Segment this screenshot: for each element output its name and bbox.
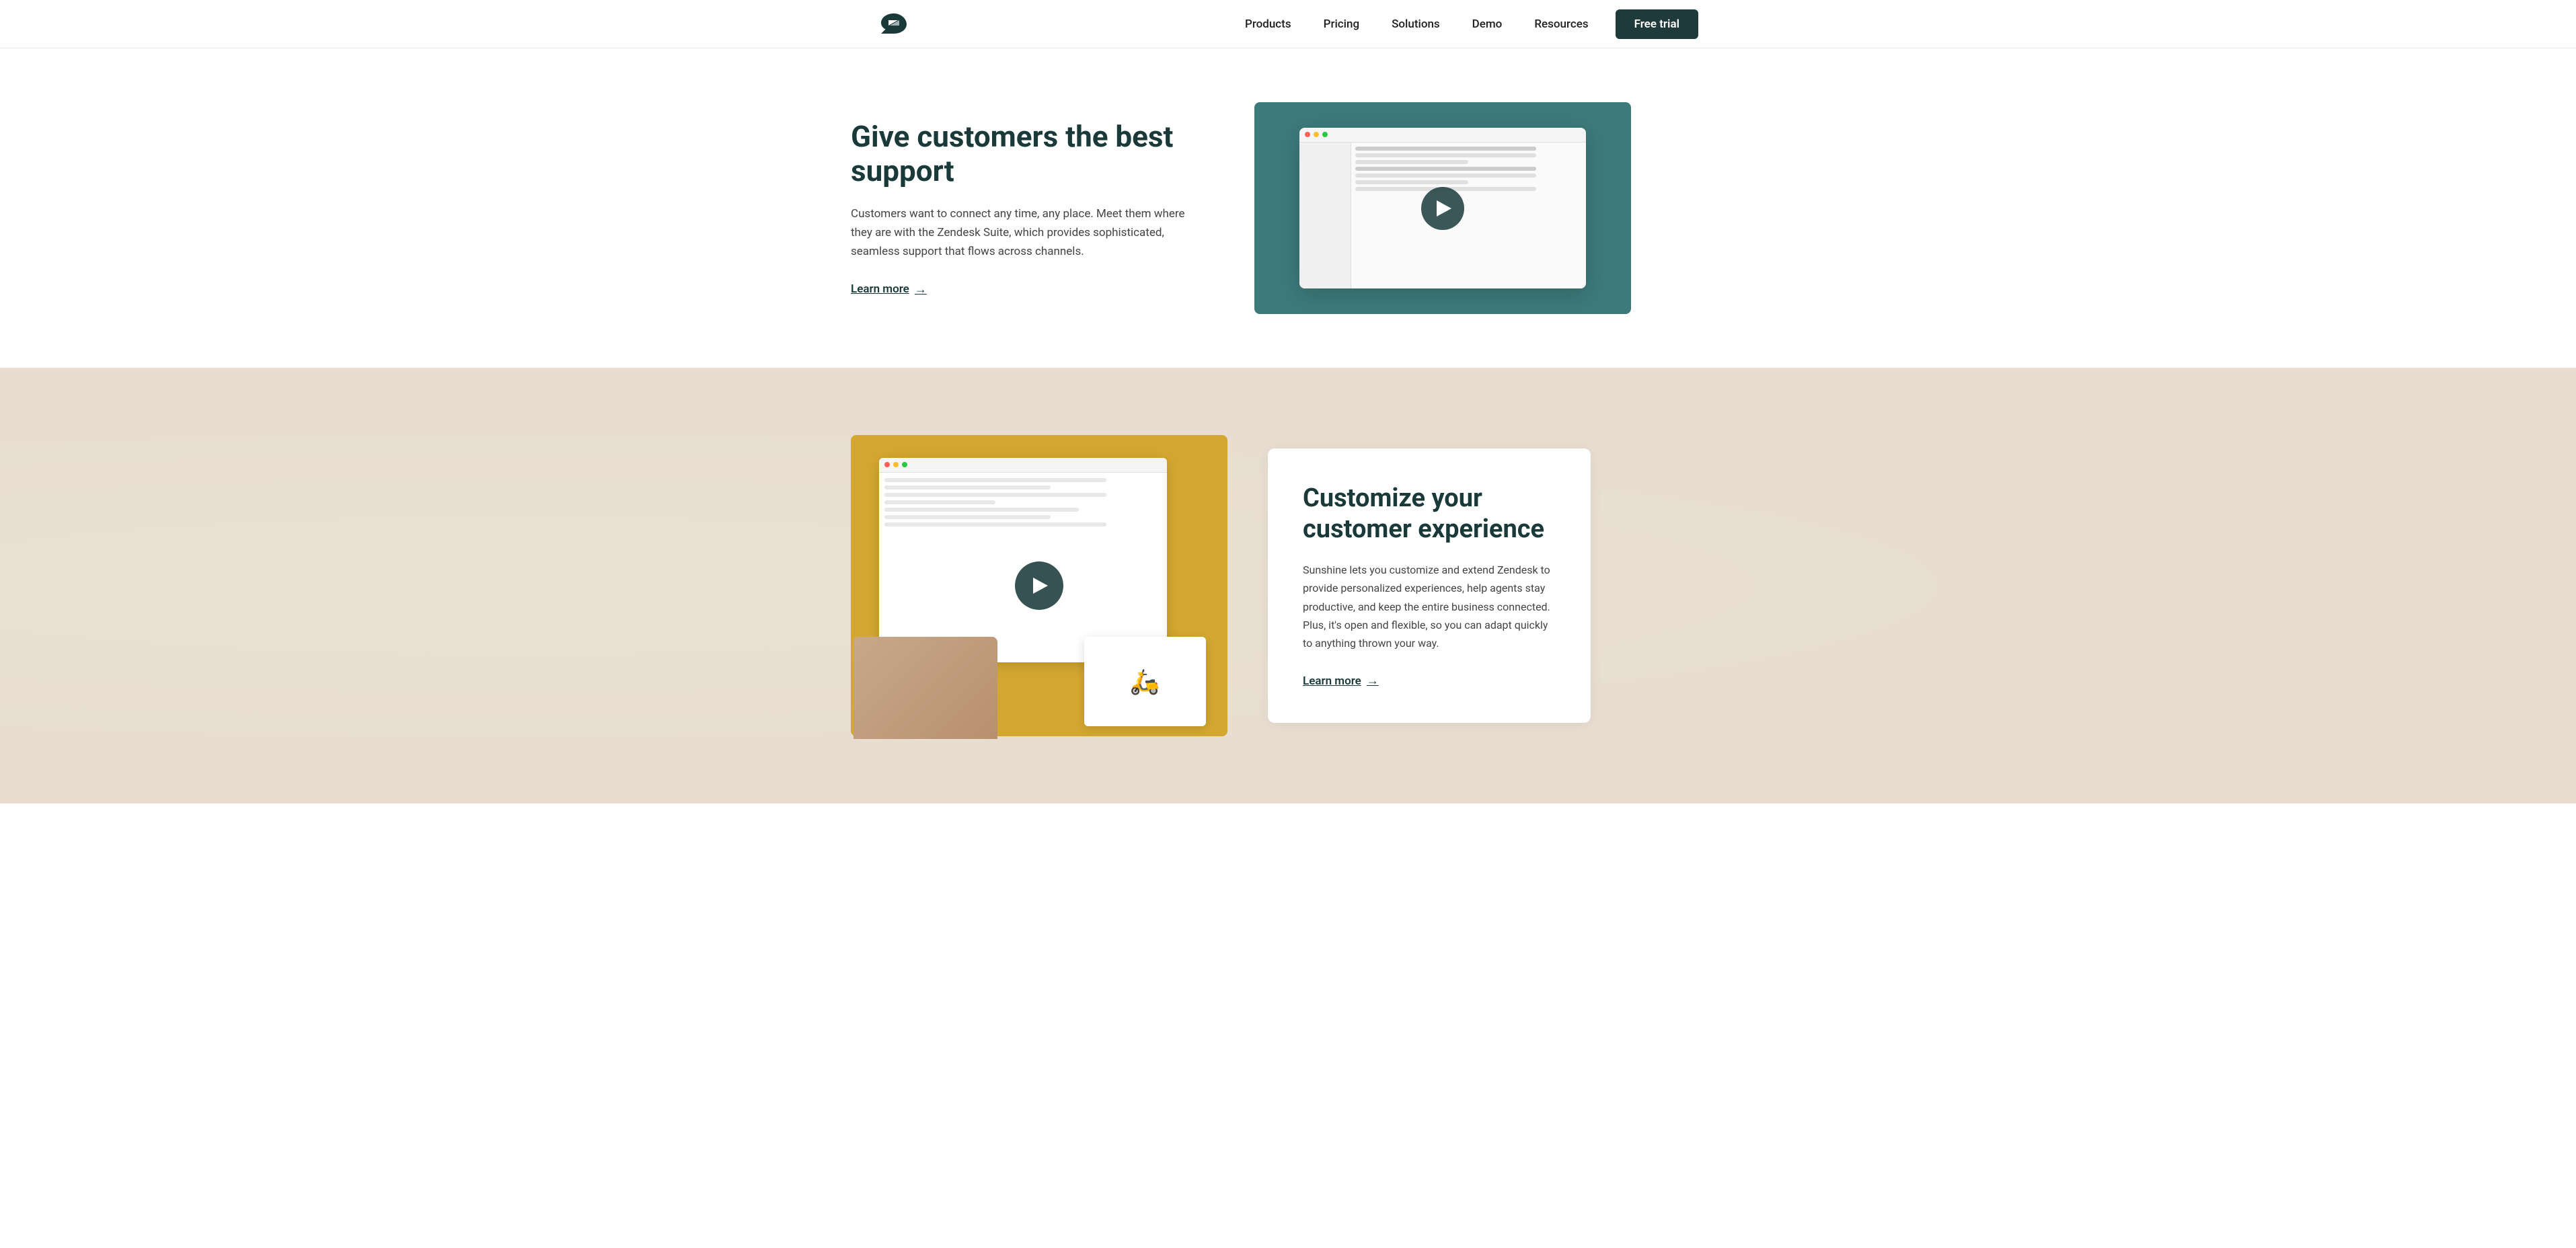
nav-link-demo[interactable]: Demo	[1472, 17, 1503, 31]
cm-line-5	[884, 508, 1079, 512]
mockup-line-4	[1355, 167, 1537, 171]
support-play-button[interactable]	[1421, 187, 1464, 230]
nav-links: Products Pricing Solutions Demo Resource…	[1245, 17, 1589, 31]
customize-learn-more-link[interactable]: Learn more →	[1303, 674, 1379, 688]
nav-item-pricing[interactable]: Pricing	[1324, 17, 1360, 31]
customize-play-icon	[1033, 578, 1048, 594]
cm-line-4	[884, 500, 995, 504]
customize-dot-yellow	[893, 462, 899, 467]
customize-video-thumbnail[interactable]: 🛵	[851, 435, 1227, 736]
zendesk-logo-icon	[878, 11, 910, 35]
navbar: Products Pricing Solutions Demo Resource…	[0, 0, 2576, 48]
nav-item-solutions[interactable]: Solutions	[1392, 17, 1440, 31]
nav-item-demo[interactable]: Demo	[1472, 17, 1503, 31]
mockup-sidebar	[1299, 143, 1351, 288]
support-learn-more-arrow-icon: →	[915, 282, 927, 297]
mockup-line-5	[1355, 173, 1537, 178]
free-trial-button[interactable]: Free trial	[1616, 9, 1698, 39]
mockup-titlebar	[1299, 128, 1586, 143]
nav-link-solutions[interactable]: Solutions	[1392, 17, 1440, 31]
customize-mockup-screen	[879, 458, 1167, 663]
support-body: Customers want to connect any time, any …	[851, 204, 1201, 261]
customize-mockup-lines	[879, 473, 1167, 532]
page-content: Give customers the best support Customer…	[0, 48, 2576, 804]
section-support: Give customers the best support Customer…	[0, 48, 2576, 368]
nav-item-resources[interactable]: Resources	[1534, 17, 1588, 31]
play-icon	[1437, 200, 1451, 217]
customize-card: Customize your customer experience Sunsh…	[1268, 448, 1591, 723]
customize-learn-more-arrow-icon: →	[1367, 674, 1379, 688]
customize-learn-more-label: Learn more	[1303, 674, 1361, 688]
support-media	[1254, 102, 1631, 314]
mockup-line-3	[1355, 160, 1469, 164]
customize-dot-green	[902, 462, 907, 467]
mockup-line-1	[1355, 147, 1537, 151]
customize-hand-graphic	[854, 637, 997, 739]
customize-scooter-graphic: 🛵	[1084, 637, 1206, 726]
cm-line-2	[884, 485, 1051, 490]
support-learn-more-label: Learn more	[851, 282, 909, 296]
nav-item-products[interactable]: Products	[1245, 17, 1291, 31]
support-video-thumbnail[interactable]	[1254, 102, 1631, 314]
customize-play-button[interactable]	[1015, 561, 1063, 610]
mockup-line-6	[1355, 180, 1469, 184]
cm-line-7	[884, 522, 1106, 526]
titlebar-dot-green	[1322, 132, 1328, 137]
cm-line-1	[884, 478, 1106, 482]
mockup-line-2	[1355, 153, 1537, 157]
support-text-block: Give customers the best support Customer…	[851, 120, 1201, 296]
cm-line-6	[884, 515, 1051, 519]
logo[interactable]	[878, 11, 910, 38]
support-heading: Give customers the best support	[851, 120, 1201, 188]
nav-link-resources[interactable]: Resources	[1534, 17, 1588, 31]
titlebar-dot-yellow	[1314, 132, 1319, 137]
section-customize: 🛵 Customize your customer experience Sun…	[0, 368, 2576, 804]
titlebar-dot-red	[1305, 132, 1310, 137]
customize-titlebar	[879, 458, 1167, 473]
mockup-main-area	[1351, 143, 1586, 288]
customize-body: Sunshine lets you customize and extend Z…	[1303, 561, 1556, 652]
scooter-icon: 🛵	[1130, 668, 1160, 696]
cm-line-3	[884, 493, 1106, 497]
nav-link-pricing[interactable]: Pricing	[1324, 17, 1360, 31]
nav-link-products[interactable]: Products	[1245, 17, 1291, 31]
support-learn-more-link[interactable]: Learn more →	[851, 282, 927, 297]
customize-dot-red	[884, 462, 890, 467]
customize-heading: Customize your customer experience	[1303, 483, 1556, 545]
